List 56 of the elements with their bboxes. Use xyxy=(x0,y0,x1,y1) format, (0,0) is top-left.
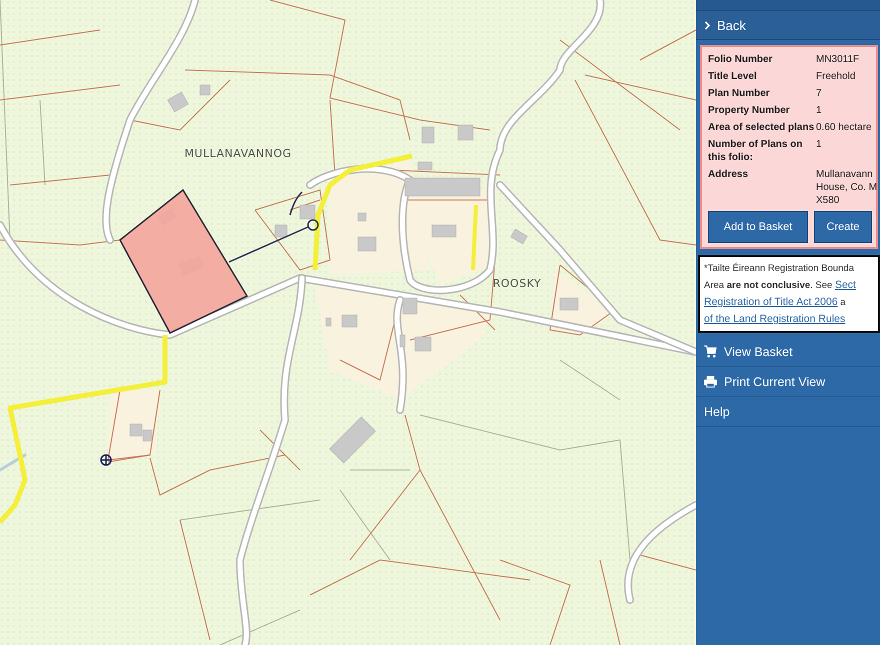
place-label: ROOSKY xyxy=(492,277,542,290)
detail-value: 7 xyxy=(816,87,823,100)
cart-icon xyxy=(704,345,717,358)
building-footprint xyxy=(142,430,152,442)
menu-item[interactable]: View Basket xyxy=(696,337,880,367)
detail-value: Mullanavann House, Co. M X580 xyxy=(816,168,878,207)
building-footprint xyxy=(200,84,210,96)
building-footprint xyxy=(560,298,578,310)
legislation-link[interactable]: of the Land Registration Rules xyxy=(704,313,846,325)
detail-value: 0.60 hectare xyxy=(816,121,873,134)
legislation-link[interactable]: Sect xyxy=(834,279,856,291)
detail-label: Number of Plans on this folio: xyxy=(708,138,804,164)
building-footprint xyxy=(402,298,418,314)
building-footprint xyxy=(358,236,376,252)
detail-value: MN3011F xyxy=(816,53,860,66)
chevron-icon xyxy=(704,20,711,30)
printer-icon xyxy=(704,375,717,388)
detail-value: 1 xyxy=(816,138,823,152)
back-link[interactable]: Back xyxy=(696,11,880,40)
building-footprint xyxy=(418,162,432,170)
building-footprint xyxy=(300,204,316,220)
detail-label: Title Level xyxy=(708,70,758,83)
building-footprint xyxy=(342,314,358,328)
building-footprint xyxy=(274,224,288,238)
building-footprint xyxy=(326,318,332,326)
field-boundary xyxy=(340,490,390,560)
building-footprint xyxy=(458,124,474,140)
create-button[interactable]: Create xyxy=(814,211,872,243)
place-label: MULLANAVANNOG xyxy=(184,147,292,160)
detail-label: Address xyxy=(708,168,750,182)
parcel-boundary xyxy=(640,554,696,570)
building-footprint xyxy=(432,224,456,238)
building-footprint xyxy=(130,424,142,436)
building-footprint xyxy=(167,92,189,112)
detail-label: Area of selected plans xyxy=(708,121,816,134)
add-to-basket-button[interactable]: Add to Basket xyxy=(708,211,808,243)
disclaimer-text: Area are not conclusive. See xyxy=(704,280,834,291)
stream xyxy=(0,454,26,472)
detail-label: Property Number xyxy=(708,104,791,117)
menu-item[interactable]: Print Current View xyxy=(696,367,880,397)
building-footprint xyxy=(358,212,366,222)
building-footprint xyxy=(414,336,432,352)
crosshair-icon xyxy=(100,454,112,466)
building-footprint xyxy=(400,334,406,348)
menu-item[interactable]: Help xyxy=(696,397,880,427)
detail-label: Plan Number xyxy=(708,87,771,100)
building-footprint xyxy=(422,126,434,144)
disclaimer-text: a xyxy=(839,297,846,308)
legislation-link[interactable]: Registration of Title Act 2006 xyxy=(704,296,838,308)
detail-value: Freehold xyxy=(816,70,856,83)
highlighted-road xyxy=(471,204,478,270)
detail-label: Folio Number xyxy=(708,53,774,66)
field-boundary xyxy=(560,360,620,400)
building-footprint xyxy=(510,228,528,244)
disclaimer-text: *Tailte Éireann Registration Bounda xyxy=(704,263,854,274)
detail-value: 1 xyxy=(816,104,823,117)
